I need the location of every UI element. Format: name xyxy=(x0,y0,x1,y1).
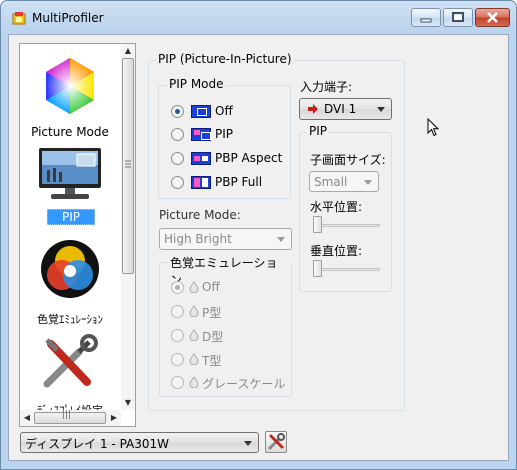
maximize-icon xyxy=(452,12,464,22)
pip-off-icon xyxy=(191,105,211,118)
emulation-grayscale-radio[interactable] xyxy=(171,376,184,389)
scroll-down-arrow-icon[interactable]: ▼ xyxy=(121,396,135,410)
sub-screen-size-label: 子画面サイズ: xyxy=(310,153,386,167)
red-arrow-icon xyxy=(308,104,318,114)
horizontal-position-label: 水平位置: xyxy=(310,200,363,214)
scroll-left-arrow-icon[interactable]: ◀ xyxy=(20,410,34,426)
minimize-icon xyxy=(420,18,432,23)
drop-icon xyxy=(189,305,199,317)
chevron-down-icon xyxy=(244,441,252,446)
sidebar-item-label: 色覚ｴﾐｭﾚｰｼｮﾝ xyxy=(37,313,103,326)
drop-icon xyxy=(189,353,199,365)
chevron-down-icon xyxy=(364,180,372,185)
pip-mode-pbp-aspect-label: PBP Aspect xyxy=(215,151,283,165)
drop-icon xyxy=(189,376,199,388)
pip-mode-pbp-full-label: PBP Full xyxy=(215,175,263,189)
pip-mode-off-radio[interactable] xyxy=(171,105,184,118)
horizontal-position-thumb[interactable] xyxy=(313,216,322,233)
sidebar: Picture Mode PIP 色覚ｴﾐｭﾚｰｼｮﾝ ▲ ▼ ◀ ||| ▶ xyxy=(19,43,136,427)
emulation-p-label: P型 xyxy=(202,306,222,320)
minimize-button[interactable] xyxy=(411,8,441,27)
emulation-off-radio[interactable] xyxy=(171,281,184,294)
window-title: MultiProfiler xyxy=(32,11,104,25)
sidebar-item-color-vision[interactable]: 色覚ｴﾐｭﾚｰｼｮﾝ xyxy=(20,236,120,328)
input-terminal-label: 入力端子: xyxy=(300,80,353,94)
vertical-position-label: 垂直位置: xyxy=(310,244,363,258)
close-button[interactable] xyxy=(475,8,510,27)
pip-mode-pip-radio[interactable] xyxy=(171,128,184,141)
sidebar-vertical-scrollbar[interactable]: ▲ ▼ xyxy=(121,44,135,410)
emulation-off-label: Off xyxy=(202,280,220,294)
color-emulation-title: 色覚エミュレーション xyxy=(168,254,291,288)
sidebar-horizontal-scrollbar[interactable]: ◀ ||| ▶ xyxy=(20,410,121,426)
pip-sub-title: PIP xyxy=(307,124,330,138)
pip-mode-pip-label: PIP xyxy=(215,127,234,141)
sidebar-item-label: PIP xyxy=(47,209,95,225)
vertical-scroll-thumb[interactable] xyxy=(122,58,134,274)
tools-icon xyxy=(268,433,285,450)
horizontal-position-slider[interactable] xyxy=(313,224,380,227)
picture-mode-label: Picture Mode: xyxy=(159,208,241,222)
emulation-d-radio[interactable] xyxy=(171,329,184,342)
display-select-value: ディスプレイ 1 - PA301W xyxy=(25,437,170,451)
drop-icon xyxy=(189,329,199,341)
sidebar-item-display-settings[interactable]: ﾃﾞｨｽﾌﾟﾚｲ設定 xyxy=(20,328,120,417)
sub-screen-size-value: Small xyxy=(314,175,348,189)
color-vision-circles-icon xyxy=(41,240,99,298)
input-terminal-select[interactable]: DVI 1 xyxy=(299,98,392,120)
pip-mode-pbp-aspect-radio[interactable] xyxy=(171,152,184,165)
sidebar-item-pip[interactable]: PIP xyxy=(20,144,120,236)
drop-icon xyxy=(189,281,199,293)
chevron-down-icon xyxy=(377,107,385,112)
vertical-position-thumb[interactable] xyxy=(313,260,322,277)
maximize-button[interactable] xyxy=(443,8,473,27)
picture-mode-value: High Bright xyxy=(164,232,232,246)
pip-mode-pbp-full-radio[interactable] xyxy=(171,176,184,189)
chevron-down-icon xyxy=(277,237,285,242)
pbp-aspect-icon xyxy=(191,152,211,165)
main-panel: Picture Mode PIP 色覚ｴﾐｭﾚｰｼｮﾝ ▲ ▼ ◀ ||| ▶ … xyxy=(8,34,509,461)
pip-group-title: PIP (Picture-In-Picture) xyxy=(156,52,294,66)
grip-icon xyxy=(125,160,131,168)
emulation-t-radio[interactable] xyxy=(171,353,184,366)
pip-mode-title: PIP Mode xyxy=(167,77,226,91)
sub-screen-size-select[interactable]: Small xyxy=(309,171,379,192)
vertical-position-slider[interactable] xyxy=(313,268,380,271)
picture-mode-select[interactable]: High Bright xyxy=(159,228,292,250)
app-icon xyxy=(12,12,26,25)
display-tools-button[interactable] xyxy=(265,431,287,453)
title-bar: MultiProfiler xyxy=(1,1,516,35)
close-icon xyxy=(487,12,498,23)
display-select[interactable]: ディスプレイ 1 - PA301W xyxy=(20,432,259,453)
emulation-t-label: T型 xyxy=(202,354,222,368)
scroll-right-arrow-icon[interactable]: ▶ xyxy=(107,410,121,426)
input-terminal-value: DVI 1 xyxy=(324,102,357,116)
pip-mode-off-label: Off xyxy=(215,104,233,118)
emulation-grayscale-label: グレースケール xyxy=(202,377,286,391)
pbp-full-icon xyxy=(191,176,211,189)
app-window: MultiProfiler Picture Mode PIP 色覚ｴﾐｭﾚｰｼｮ… xyxy=(0,0,517,470)
color-hexagon-icon xyxy=(46,58,94,114)
sidebar-item-picture-mode[interactable]: Picture Mode xyxy=(20,52,120,144)
horizontal-scroll-thumb[interactable]: ||| xyxy=(34,410,106,424)
monitor-icon xyxy=(39,148,101,199)
grip-icon: ||| xyxy=(62,410,72,420)
tools-icon xyxy=(43,334,98,388)
sidebar-item-label: Picture Mode xyxy=(31,125,109,139)
emulation-p-radio[interactable] xyxy=(171,305,184,318)
pip-pip-icon xyxy=(191,128,211,141)
emulation-d-label: D型 xyxy=(202,330,224,344)
mouse-cursor-icon xyxy=(427,118,440,137)
scroll-up-arrow-icon[interactable]: ▲ xyxy=(121,44,135,58)
